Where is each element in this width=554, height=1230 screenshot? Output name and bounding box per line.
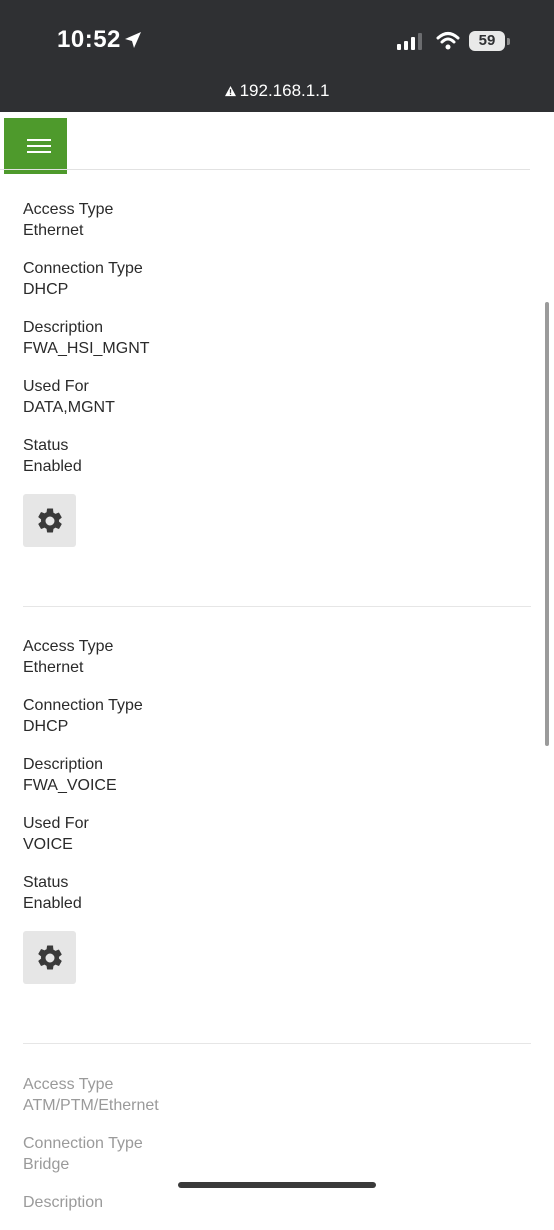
field-value: DHCP	[23, 281, 69, 298]
battery-icon: 59	[469, 31, 505, 51]
status-bar: 10:52 59 192.168.1.1	[0, 0, 554, 112]
header-divider	[0, 169, 530, 170]
gear-icon	[37, 507, 62, 532]
description-field: Description FWA_HSI_MGNT	[23, 317, 531, 359]
field-label: Description	[23, 756, 104, 773]
wan-connection-card: Access Type Ethernet Connection Type DHC…	[23, 199, 531, 547]
connection-type-field: Connection Type Bridge	[23, 1133, 531, 1175]
field-label: Access Type	[23, 1076, 114, 1093]
wan-connection-card: Access Type Ethernet Connection Type DHC…	[23, 636, 531, 984]
field-value: VOICE	[23, 836, 73, 853]
wan-connection-card: Access Type ATM/PTM/Ethernet Connection …	[23, 1074, 531, 1230]
settings-button[interactable]	[23, 931, 76, 984]
used-for-field: Used For VOICE	[23, 813, 531, 855]
field-value: Ethernet	[23, 222, 84, 239]
field-label: Description	[23, 1194, 104, 1211]
battery-nub	[507, 38, 510, 45]
field-label: Connection Type	[23, 260, 143, 277]
field-value: FWA_HSI_MGNT	[23, 340, 150, 357]
menu-icon	[27, 139, 51, 141]
field-value: FWA_VOICE	[23, 777, 117, 794]
url-text: 192.168.1.1	[239, 81, 330, 100]
field-label: Status	[23, 437, 69, 454]
field-value: DATA,MGNT	[23, 399, 115, 416]
field-label: Used For	[23, 815, 89, 832]
status-field: Status Enabled	[23, 435, 531, 477]
field-label: Connection Type	[23, 697, 143, 714]
access-type-field: Access Type Ethernet	[23, 636, 531, 678]
wifi-icon	[436, 32, 460, 50]
status-field: Status Enabled	[23, 872, 531, 914]
home-indicator[interactable]	[178, 1182, 376, 1188]
warning-icon	[224, 86, 236, 97]
used-for-field: Used For DATA,MGNT	[23, 376, 531, 418]
field-label: Status	[23, 874, 69, 891]
connection-type-field: Connection Type DHCP	[23, 258, 531, 300]
status-time: 10:52	[57, 26, 121, 53]
card-divider	[23, 1043, 531, 1044]
connection-type-field: Connection Type DHCP	[23, 695, 531, 737]
settings-button[interactable]	[23, 494, 76, 547]
field-value: Ethernet	[23, 659, 84, 676]
access-type-field: Access Type Ethernet	[23, 199, 531, 241]
field-label: Access Type	[23, 638, 114, 655]
field-label: Description	[23, 319, 104, 336]
menu-icon-bar	[27, 151, 51, 153]
field-value: Enabled	[23, 895, 82, 912]
scrollbar[interactable]	[545, 302, 549, 746]
card-divider	[23, 606, 531, 607]
field-value: DHCP	[23, 718, 69, 735]
menu-icon-bar	[27, 145, 51, 147]
gear-icon	[37, 944, 62, 969]
description-field: Description	[23, 1192, 531, 1213]
field-value: Enabled	[23, 458, 82, 475]
field-label: Access Type	[23, 201, 114, 218]
location-arrow-icon	[125, 32, 141, 48]
field-label: Connection Type	[23, 1135, 143, 1152]
field-label: Used For	[23, 378, 89, 395]
field-value: Bridge	[23, 1156, 70, 1173]
access-type-field: Access Type ATM/PTM/Ethernet	[23, 1074, 531, 1116]
field-value: ATM/PTM/Ethernet	[23, 1097, 159, 1114]
description-field: Description FWA_VOICE	[23, 754, 531, 796]
signal-icon	[397, 33, 422, 50]
url-bar[interactable]: 192.168.1.1	[0, 81, 554, 101]
menu-button[interactable]	[4, 118, 67, 174]
